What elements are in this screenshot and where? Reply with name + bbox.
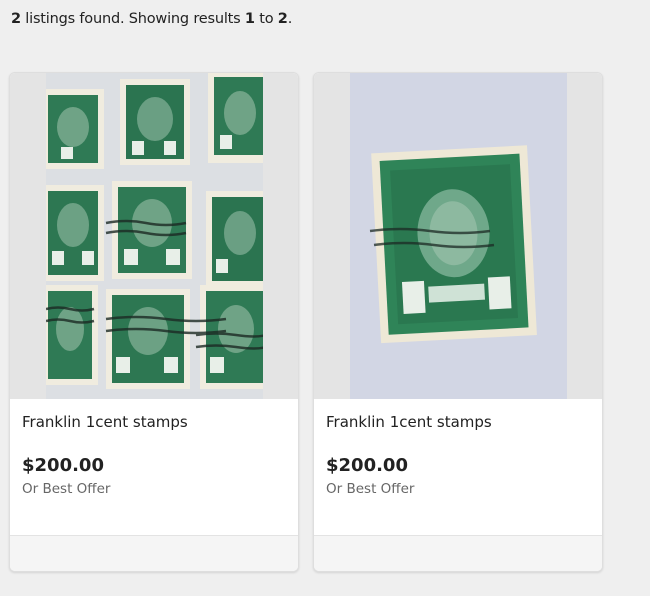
- stamp-sheet-icon: [46, 73, 263, 389]
- results-showing-text: Showing results: [124, 11, 245, 27]
- listing-photo-area[interactable]: [10, 73, 298, 399]
- listing-offer: Or Best Offer: [22, 481, 111, 497]
- results-found-text: listings found.: [20, 11, 125, 27]
- results-to-word: to: [254, 11, 278, 27]
- results-count: 2: [11, 11, 21, 27]
- single-stamp-photo[interactable]: [350, 73, 567, 399]
- listing-offer: Or Best Offer: [326, 481, 415, 497]
- listing-card[interactable]: Franklin 1cent stamps $200.00 Or Best Of…: [313, 72, 603, 572]
- listing-title[interactable]: Franklin 1cent stamps: [326, 413, 590, 431]
- listing-price: $200.00: [22, 455, 104, 476]
- listing-photo-area[interactable]: [314, 73, 602, 399]
- listing-footer: [10, 535, 298, 571]
- stamp-sheet-photo[interactable]: [46, 73, 263, 399]
- listing-card[interactable]: Franklin 1cent stamps $200.00 Or Best Of…: [9, 72, 299, 572]
- listing-footer: [314, 535, 602, 571]
- results-end: .: [287, 11, 293, 27]
- listing-title[interactable]: Franklin 1cent stamps: [22, 413, 286, 431]
- listing-body: Franklin 1cent stamps $200.00 Or Best Of…: [326, 399, 590, 497]
- results-summary: 2 listings found. Showing results 1 to 2…: [11, 11, 292, 27]
- results-from: 1: [244, 11, 255, 27]
- listing-price: $200.00: [326, 455, 408, 476]
- results-to: 2: [277, 11, 288, 27]
- listing-body: Franklin 1cent stamps $200.00 Or Best Of…: [22, 399, 286, 497]
